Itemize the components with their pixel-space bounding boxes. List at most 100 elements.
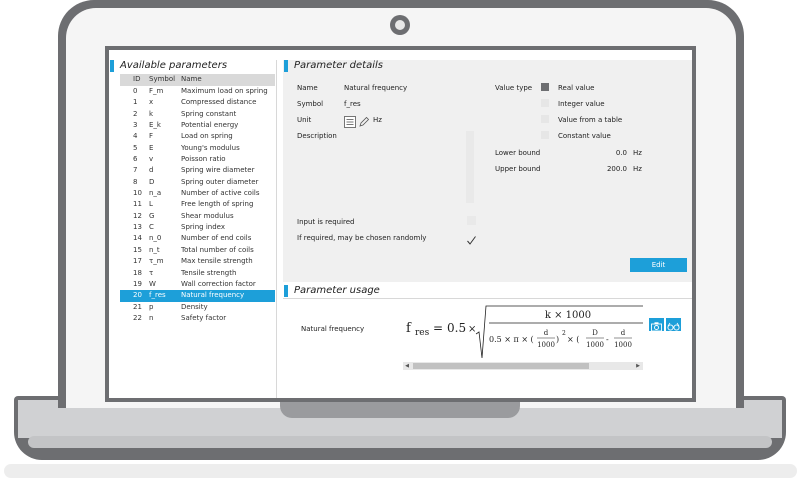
cell-id: 17	[133, 257, 142, 266]
formula-frac2-den: 1000	[586, 341, 604, 349]
app-window: Available parameters ID Symbol Name 0 F_m…	[109, 50, 692, 398]
formula-coef: 0.5	[447, 321, 466, 335]
scroll-left-icon[interactable]: ◀	[404, 363, 410, 369]
value-type-radio[interactable]	[541, 115, 549, 123]
checkmark-icon	[467, 236, 476, 245]
cell-id: 6	[133, 155, 138, 164]
edit-button[interactable]: Edit	[630, 258, 687, 272]
cell-id: 21	[133, 302, 142, 311]
cell-symbol: F_m	[149, 87, 164, 95]
cell-name: Natural frequency	[181, 291, 245, 300]
name-label: Name	[297, 84, 318, 92]
value-type-radio[interactable]	[541, 99, 549, 107]
cell-name: Free length of spring	[181, 200, 254, 209]
cell-symbol: τ	[149, 268, 154, 277]
table-row[interactable]: 19 W Wall correction factor	[120, 279, 275, 290]
value-type-label: Value type	[495, 84, 533, 92]
pencil-icon[interactable]	[358, 113, 370, 127]
formula-times: ×	[468, 324, 476, 335]
cell-name: Max tensile strength	[181, 257, 253, 266]
table-row[interactable]: 4 F Load on spring	[120, 131, 275, 142]
table-row[interactable]: 11 L Free length of spring	[120, 199, 275, 210]
table-header: ID Symbol Name	[120, 74, 275, 86]
cell-symbol: x	[149, 98, 154, 107]
section-accent	[284, 285, 288, 297]
value-type-option[interactable]: Integer value	[541, 99, 621, 109]
table-row[interactable]: 13 C Spring index	[120, 222, 275, 233]
cell-name: Young's modulus	[181, 143, 240, 152]
cell-symbol: C	[149, 223, 154, 232]
cell-name: Wall correction factor	[181, 279, 256, 288]
table-row[interactable]: 6 v Poisson ratio	[120, 154, 275, 165]
upper-bound-unit: Hz	[633, 165, 642, 173]
unit-list-icon[interactable]	[344, 113, 356, 128]
lower-bound-unit: Hz	[633, 149, 642, 157]
camera-icon[interactable]	[649, 318, 664, 332]
column-header-id[interactable]: ID	[133, 75, 140, 83]
formula-frac3-den: 1000	[614, 341, 632, 349]
value-type-label: Constant value	[558, 132, 611, 140]
table-row[interactable]: 21 p Density	[120, 302, 275, 313]
section-accent	[110, 60, 114, 72]
glasses-icon[interactable]	[666, 318, 681, 331]
value-type-radio[interactable]	[541, 83, 549, 91]
description-scrollbar[interactable]	[466, 131, 474, 203]
cell-symbol: G	[149, 211, 155, 220]
table-row[interactable]: 1 x Compressed distance	[120, 97, 275, 108]
formula-lhs: f	[406, 321, 412, 336]
column-header-symbol[interactable]: Symbol	[149, 75, 175, 83]
cell-name: Number of active coils	[181, 189, 260, 198]
laptop-shadow	[4, 464, 797, 478]
available-parameters-panel: Available parameters ID Symbol Name 0 F_m…	[109, 60, 277, 398]
cell-symbol: n	[149, 313, 154, 322]
table-row[interactable]: 2 k Spring constant	[120, 109, 275, 120]
cell-id: 5	[133, 143, 138, 152]
table-row[interactable]: 20 f_res Natural frequency	[120, 290, 275, 302]
value-type-radio[interactable]	[541, 131, 549, 139]
table-row[interactable]: 0 F_m Maximum load on spring	[120, 86, 275, 97]
scrollbar-thumb[interactable]	[413, 363, 589, 369]
cell-id: 11	[133, 200, 142, 209]
value-type-option[interactable]: Real value	[541, 83, 621, 93]
input-required-checkbox[interactable]	[467, 216, 476, 225]
column-header-name[interactable]: Name	[181, 75, 202, 83]
cell-name: Density	[181, 302, 208, 311]
table-row[interactable]: 12 G Shear modulus	[120, 211, 275, 222]
cell-symbol: τ_m	[149, 257, 164, 266]
value-type-option[interactable]: Value from a table	[541, 115, 622, 125]
cell-id: 19	[133, 279, 142, 288]
cell-symbol: W	[149, 279, 156, 288]
random-label: If required, may be chosen randomly	[297, 234, 427, 242]
lower-bound-value[interactable]: 0.0	[603, 149, 627, 157]
table-row[interactable]: 3 E_k Potential energy	[120, 120, 275, 131]
cell-id: 0	[133, 87, 138, 95]
table-row[interactable]: 10 n_a Number of active coils	[120, 188, 275, 199]
table-row[interactable]: 22 n Safety factor	[120, 313, 275, 324]
random-checkbox[interactable]	[466, 231, 477, 245]
cell-id: 8	[133, 177, 138, 186]
table-row[interactable]: 8 D Spring outer diameter	[120, 177, 275, 188]
formula-numerator: k × 1000	[545, 310, 591, 321]
cell-name: Compressed distance	[181, 98, 257, 107]
upper-bound-value[interactable]: 200.0	[593, 165, 627, 173]
table-row[interactable]: 7 d Spring wire diameter	[120, 165, 275, 176]
scroll-right-icon[interactable]: ▶	[635, 363, 641, 369]
table-row[interactable]: 5 E Young's modulus	[120, 143, 275, 154]
formula-close-paren: )	[556, 335, 559, 344]
table-row[interactable]: 18 τ Tensile strength	[120, 268, 275, 279]
formula-scrollbar[interactable]: ◀ ▶	[403, 362, 643, 370]
cell-symbol: v	[149, 155, 154, 164]
table-row[interactable]: 14 n_0 Number of end coils	[120, 233, 275, 244]
cell-symbol: n_t	[149, 245, 160, 254]
section-accent	[284, 60, 288, 72]
table-row[interactable]: 15 n_t Total number of coils	[120, 245, 275, 256]
cell-name: Load on spring	[181, 132, 233, 141]
table-row[interactable]: 17 τ_m Max tensile strength	[120, 256, 275, 267]
value-type-option[interactable]: Constant value	[541, 131, 621, 141]
formula-minus: -	[606, 335, 609, 344]
cell-id: 12	[133, 211, 142, 220]
cell-name: Potential energy	[181, 121, 239, 130]
input-required-label: Input is required	[297, 218, 355, 226]
unit-label: Unit	[297, 116, 312, 124]
usage-title: Parameter usage	[294, 285, 380, 296]
